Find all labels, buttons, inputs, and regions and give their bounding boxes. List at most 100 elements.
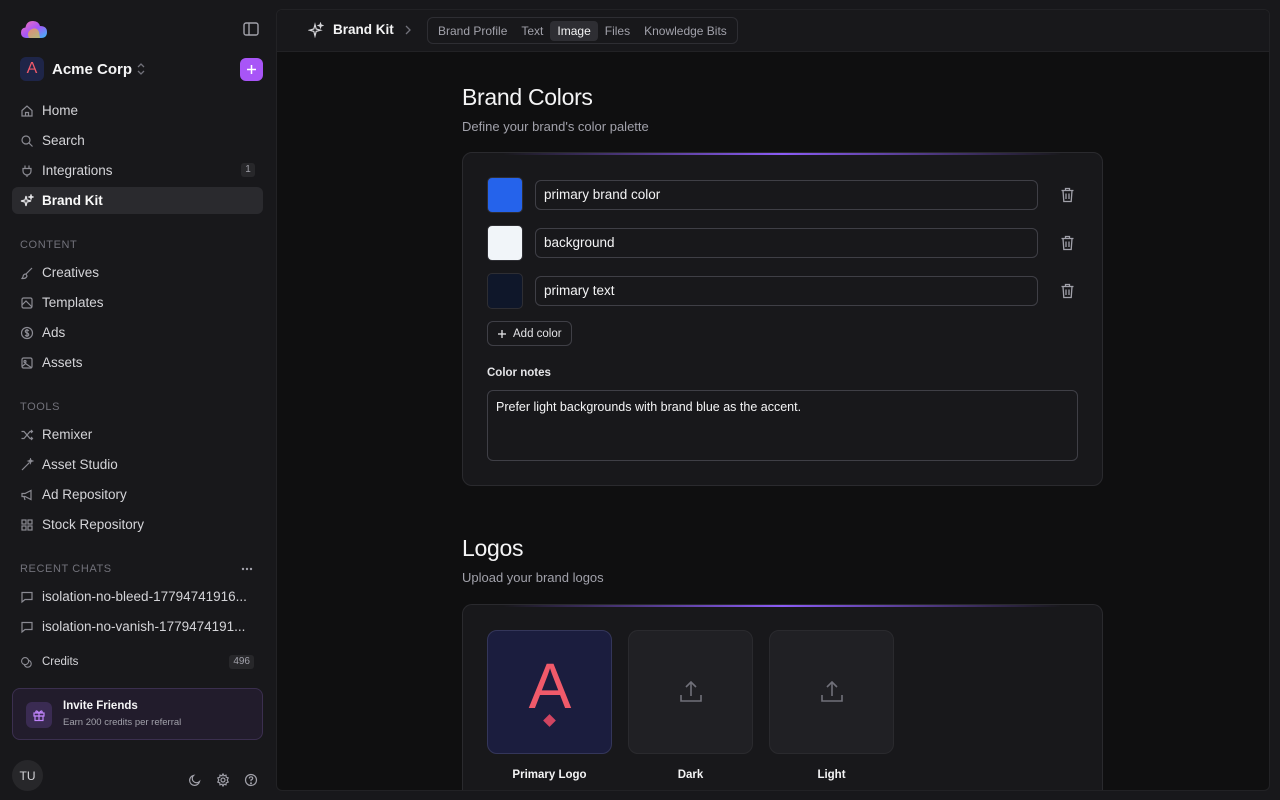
gear-icon[interactable]	[216, 773, 230, 787]
color-swatch[interactable]	[487, 177, 523, 213]
trash-icon[interactable]	[1060, 283, 1075, 299]
color-name-input[interactable]: primary text	[535, 276, 1038, 306]
recent-chat-title: isolation-no-bleed-17794741916...	[42, 589, 247, 604]
workspace-switcher[interactable]: A Acme Corp	[20, 57, 263, 83]
logos-card: A Primary Logo Dark Light	[462, 604, 1103, 790]
add-color-label: Add color	[513, 327, 562, 340]
tab-knowledge-bits[interactable]: Knowledge Bits	[637, 21, 734, 41]
logo-row	[20, 18, 260, 40]
upload-icon	[820, 680, 843, 702]
brand-colors-subtitle: Define your brand's color palette	[462, 119, 649, 134]
color-name-input[interactable]: primary brand color	[535, 180, 1038, 210]
megaphone-icon	[21, 489, 32, 500]
nav-asset-studio-label: Asset Studio	[42, 457, 118, 472]
sidebar-toggle-icon[interactable]	[242, 20, 260, 38]
sparkle-icon	[308, 22, 324, 38]
color-swatch[interactable]	[487, 273, 523, 309]
recent-chats-label: RECENT CHATS	[20, 563, 112, 575]
trash-icon[interactable]	[1060, 235, 1075, 251]
recent-chat-item[interactable]: isolation-no-bleed-17794741916...	[12, 583, 263, 610]
gift-icon	[26, 702, 52, 728]
nav-asset-studio[interactable]: Asset Studio	[12, 451, 263, 478]
nav-stock-repository[interactable]: Stock Repository	[12, 511, 263, 538]
content-section-label: CONTENT	[20, 239, 78, 251]
nav-creatives[interactable]: Creatives	[12, 259, 263, 286]
nav-stock-repository-label: Stock Repository	[42, 517, 145, 532]
brush-icon	[20, 267, 33, 279]
more-options-icon[interactable]	[240, 562, 254, 576]
add-color-button[interactable]: Add color	[487, 321, 572, 346]
recent-chat-title: isolation-no-vanish-1779474191...	[42, 619, 246, 634]
nav-assets-label: Assets	[42, 355, 83, 370]
chevron-up-down-icon	[137, 63, 145, 75]
primary-logo-image: A	[528, 652, 571, 727]
plug-icon	[22, 165, 32, 177]
plus-icon	[247, 65, 256, 74]
nav-search-label: Search	[42, 133, 85, 148]
tab-brand-profile[interactable]: Brand Profile	[431, 21, 514, 41]
tab-files[interactable]: Files	[598, 21, 637, 41]
help-icon[interactable]	[244, 773, 258, 787]
tab-image[interactable]: Image	[550, 20, 598, 41]
recent-chat-item[interactable]: isolation-no-vanish-1779474191...	[12, 613, 263, 640]
nav-home[interactable]: Home	[12, 97, 263, 124]
nav-templates[interactable]: Templates	[12, 289, 263, 316]
brand-colors-card: primary brand color background primary t…	[462, 152, 1103, 486]
chat-bubble-icon	[21, 621, 33, 633]
top-bar: Brand Kit Brand Profile Text Image Files…	[277, 10, 1269, 52]
credits-row[interactable]: Credits 496	[20, 654, 254, 670]
nav-creatives-label: Creatives	[42, 265, 100, 280]
primary-logo-label: Primary Logo	[512, 769, 587, 781]
plus-icon	[498, 329, 506, 338]
sidebar: A Acme Corp Home Search Integrations 1 B…	[0, 0, 276, 800]
template-icon	[21, 296, 33, 309]
invite-title: Invite Friends	[63, 700, 138, 712]
nav-ads[interactable]: Ads	[12, 319, 263, 346]
nav-assets[interactable]: Assets	[12, 349, 263, 376]
image-icon	[21, 356, 33, 369]
tools-section-label: TOOLS	[20, 401, 61, 413]
trash-icon[interactable]	[1060, 187, 1075, 203]
workspace-avatar: A	[20, 57, 44, 81]
invite-friends-card[interactable]: Invite Friends Earn 200 credits per refe…	[12, 688, 263, 740]
nav-ad-repository[interactable]: Ad Repository	[12, 481, 263, 508]
tab-text[interactable]: Text	[514, 21, 550, 41]
color-row: primary brand color	[487, 177, 1079, 213]
nav-search[interactable]: Search	[12, 127, 263, 154]
magic-wand-icon	[21, 457, 34, 470]
workspace-name: Acme Corp	[52, 61, 133, 78]
new-chat-button[interactable]	[240, 58, 263, 81]
nav-brand-kit[interactable]: Brand Kit	[12, 187, 263, 214]
logos-subtitle: Upload your brand logos	[462, 570, 604, 585]
brand-colors-heading: Brand Colors	[462, 84, 593, 110]
color-swatch[interactable]	[487, 225, 523, 261]
dollar-circle-icon	[20, 326, 34, 339]
brand-kit-tabs: Brand Profile Text Image Files Knowledge…	[427, 17, 738, 44]
home-icon	[21, 104, 33, 117]
color-row: background	[487, 225, 1079, 261]
grid-icon	[21, 518, 33, 531]
dark-logo-label: Dark	[677, 769, 704, 781]
search-icon	[21, 134, 33, 147]
coins-icon	[21, 656, 32, 668]
nav-home-label: Home	[42, 103, 79, 118]
credits-balance: 496	[229, 655, 254, 669]
dark-logo-upload-tile[interactable]	[628, 630, 753, 754]
light-logo-label: Light	[817, 769, 846, 781]
color-notes-textarea[interactable]: Prefer light backgrounds with brand blue…	[487, 390, 1078, 461]
nav-integrations[interactable]: Integrations 1	[12, 157, 263, 184]
nav-remixer[interactable]: Remixer	[12, 421, 263, 448]
logos-heading: Logos	[462, 535, 524, 561]
color-name-input[interactable]: background	[535, 228, 1038, 258]
nav-brand-kit-label: Brand Kit	[42, 193, 103, 208]
color-notes-label: Color notes	[487, 367, 551, 379]
card-accent-line	[503, 605, 1062, 607]
light-logo-upload-tile[interactable]	[769, 630, 894, 754]
integrations-count-badge: 1	[241, 163, 255, 177]
chat-bubble-icon	[21, 591, 33, 603]
nav-integrations-label: Integrations	[42, 163, 113, 178]
app-logo-icon[interactable]	[20, 18, 48, 40]
moon-icon[interactable]	[188, 773, 202, 787]
primary-logo-tile[interactable]: A	[487, 630, 612, 754]
user-avatar[interactable]: TU	[12, 760, 43, 791]
